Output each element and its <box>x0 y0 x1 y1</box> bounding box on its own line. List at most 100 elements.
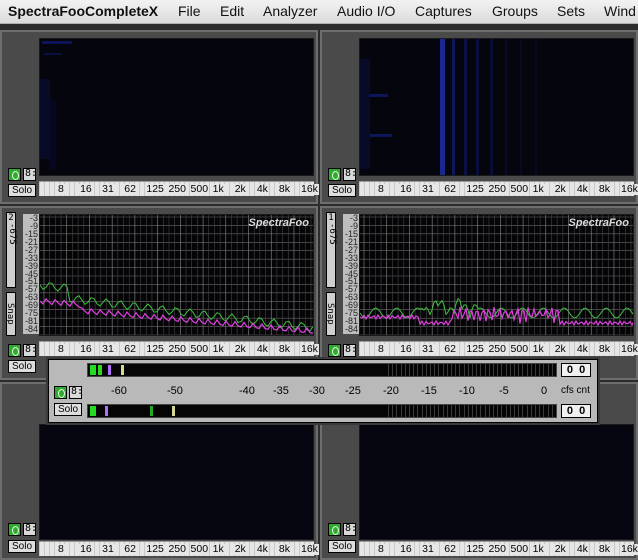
menu-edit[interactable]: Edit <box>220 3 244 19</box>
meter-tick <box>488 405 490 417</box>
bottom-display-left[interactable] <box>39 424 314 540</box>
menu-file[interactable]: File <box>178 3 201 19</box>
meter-tick <box>526 364 528 376</box>
meter-tick <box>526 405 528 417</box>
meter-tick <box>455 364 457 376</box>
freq-tick-label: 8 <box>377 543 385 555</box>
app-menu[interactable]: SpectraFooCompleteX <box>8 3 158 19</box>
freq-tick-label: 8 <box>57 543 65 555</box>
solo-button-meter[interactable]: Solo <box>54 403 82 416</box>
solo-button-bottom-right[interactable]: Solo <box>328 540 356 553</box>
channel-value: -675 <box>7 223 17 245</box>
freq-tick-label: 500 <box>509 343 530 355</box>
snap-button-left[interactable]: Snap <box>5 292 16 336</box>
freq-tick-label: 4k <box>255 543 269 555</box>
power-toggle-top-left[interactable] <box>8 168 21 181</box>
channel-strip-left[interactable]: 2 -675 <box>6 212 17 288</box>
snap-button-right[interactable]: Snap <box>325 292 336 336</box>
power-toggle-top-right[interactable] <box>328 168 341 181</box>
meter-tick <box>438 405 440 417</box>
freq-tick-label: 62 <box>443 343 457 355</box>
unit-label: cfs cnt <box>561 385 590 396</box>
spectrum-display-right[interactable]: SpectraFoo <box>359 214 634 336</box>
meter-tick <box>514 364 515 376</box>
freq-tick-label: 8k <box>597 183 611 195</box>
channel-value: -675 <box>327 223 337 245</box>
freq-tick-label: 8 <box>377 343 385 355</box>
count-top-a: 0 <box>566 364 573 376</box>
meter-scale-label: -30 <box>309 385 325 397</box>
freq-tick-label: 62 <box>443 183 457 195</box>
power-toggle-bottom-right[interactable] <box>328 523 341 536</box>
meter-tick <box>547 405 549 417</box>
meter-tick <box>514 405 515 417</box>
freq-scale-bottom-left: 8 16 31 62 125 250 500 1k 2k 4k 8k 16k <box>39 541 319 556</box>
spectrogram-display-right[interactable] <box>359 38 634 176</box>
spectrogram-pane-right: 8 16 31 62 1252505001k 2k 4k 8k 16k Solo <box>320 30 638 204</box>
spectrum-display-left[interactable]: SpectraFoo <box>39 214 314 336</box>
meter-tick <box>505 364 507 376</box>
meter-tick <box>522 364 524 376</box>
freq-tick-label: 250 <box>167 183 187 195</box>
meter-tick <box>388 364 389 376</box>
meter-tick <box>551 364 553 376</box>
meter-tick <box>467 405 469 417</box>
freq-tick-label: 16 <box>79 343 93 355</box>
options-icon-top-left[interactable] <box>23 168 37 181</box>
spectrogram-display-left[interactable] <box>39 38 314 176</box>
solo-button-top-left[interactable]: Solo <box>8 184 36 197</box>
meter-tick <box>547 364 549 376</box>
options-icon-top-right[interactable] <box>343 168 357 181</box>
menu-captures[interactable]: Captures <box>415 3 472 19</box>
freq-tick-label: 16k <box>620 343 638 355</box>
channel-strip-right[interactable]: 1 -675 <box>326 212 337 288</box>
menu-window[interactable]: Wind <box>604 3 636 19</box>
solo-button-mid-left[interactable]: Solo <box>8 360 36 373</box>
power-toggle-bottom-left[interactable] <box>8 523 21 536</box>
level-meter-window[interactable]: 0 0 -60 -50 -40 -35 -30 -25 -20 -15 -10 -5 0 cfs c… <box>48 359 598 423</box>
meter-tick <box>543 405 545 417</box>
meter-tick <box>413 405 415 417</box>
options-icon-mid-left[interactable] <box>23 344 37 357</box>
freq-tick-label: 2k <box>233 183 247 195</box>
solo-button-bottom-left[interactable]: Solo <box>8 540 36 553</box>
power-toggle-mid-left[interactable] <box>8 344 21 357</box>
meter-tick <box>409 405 410 417</box>
freq-tick-label: 125 <box>465 183 485 195</box>
freq-tick-label: 8 <box>57 183 65 195</box>
options-icon-bottom-right[interactable] <box>343 523 357 536</box>
freq-tick-label: 500 <box>189 343 210 355</box>
freq-tick-label: 31 <box>101 183 115 195</box>
freq-tick-label: 16k <box>620 543 638 555</box>
menu-analyzer[interactable]: Analyzer <box>263 3 317 19</box>
count-bottom-a: 0 <box>566 405 573 417</box>
meter-tick <box>459 405 461 417</box>
meter-tick <box>480 405 482 417</box>
freq-tick-label: 1k <box>211 183 225 195</box>
spectrum-pane-left: 2 -675 Snap -3 -9 -15 -21 -27 -33 -39 -45 -51 -57… <box>0 206 319 380</box>
freq-tick-label: 31 <box>421 343 435 355</box>
level-meter-scale: -60 -50 -40 -35 -30 -25 -20 -15 -10 -5 0 <box>87 380 597 402</box>
solo-button-top-right[interactable]: Solo <box>328 184 356 197</box>
options-icon-bottom-left[interactable] <box>23 523 37 536</box>
freq-tick-label: 4k <box>575 543 589 555</box>
meter-tick <box>404 364 406 376</box>
meter-tick <box>400 364 402 376</box>
freq-tick-label: 16 <box>399 343 413 355</box>
menu-sets[interactable]: Sets <box>557 3 585 19</box>
meter-tick <box>497 405 499 417</box>
meter-tick <box>518 364 520 376</box>
power-toggle-meter[interactable] <box>54 386 67 399</box>
spectrum-left-svg <box>40 215 313 335</box>
freq-tick-label: 16 <box>399 543 413 555</box>
freq-tick-label: 2k <box>233 343 247 355</box>
power-toggle-mid-right[interactable] <box>328 344 341 357</box>
freq-tick-label: 4k <box>575 183 589 195</box>
options-icon-meter[interactable] <box>69 386 83 399</box>
menu-groups[interactable]: Groups <box>492 3 538 19</box>
meter-tick <box>392 364 394 376</box>
menu-audio-io[interactable]: Audio I/O <box>337 3 395 19</box>
options-icon-mid-right[interactable] <box>343 344 357 357</box>
bottom-display-right[interactable] <box>359 424 634 540</box>
meter-tick <box>396 405 398 417</box>
